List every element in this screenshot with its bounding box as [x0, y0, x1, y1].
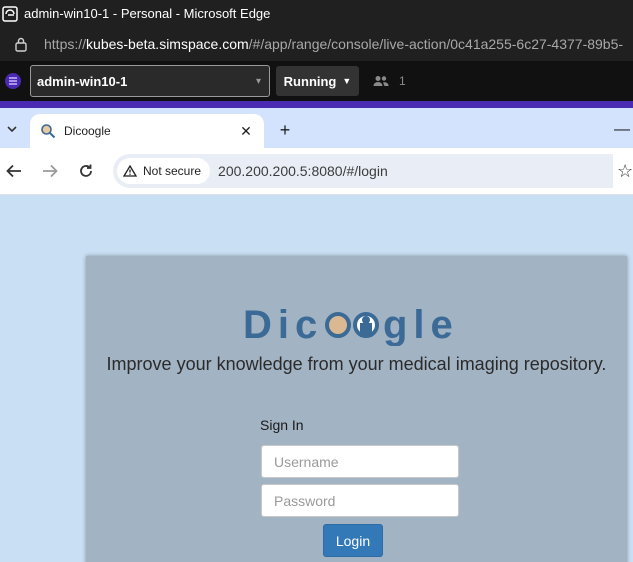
tab-title: Dicoogle: [64, 124, 111, 138]
inner-url[interactable]: 200.200.200.5:8080/#/login: [218, 163, 388, 179]
close-icon[interactable]: ✕: [236, 121, 256, 141]
reload-icon[interactable]: [72, 157, 100, 185]
svg-text:Dic: Dic: [243, 303, 323, 346]
forward-arrow-icon[interactable]: [36, 157, 64, 185]
users-icon: [373, 76, 389, 86]
page-content: Dic gle Improve your knowledge from your…: [0, 196, 633, 562]
inner-address-bar[interactable]: Not secure 200.200.200.5:8080/#/login: [113, 154, 613, 188]
vm-status-button[interactable]: Running ▼: [276, 66, 359, 96]
warning-icon: [123, 165, 137, 177]
vm-name: admin-win10-1: [37, 73, 128, 89]
security-label: Not secure: [143, 164, 202, 178]
lock-icon[interactable]: [14, 36, 28, 52]
sign-in-heading: Sign In: [260, 417, 304, 433]
console-toolbar: admin-win10-1 ▾ Running ▼ 1: [0, 61, 633, 101]
inner-tab-strip: Dicoogle ✕ + —: [0, 108, 633, 148]
outer-address-bar[interactable]: https://kubes-beta.simspace.com/#/app/ra…: [0, 27, 633, 61]
outer-url[interactable]: https://kubes-beta.simspace.com/#/app/ra…: [44, 36, 623, 52]
svg-text:gle: gle: [383, 303, 459, 346]
vm-status-label: Running: [283, 73, 337, 89]
edge-app-icon: [2, 5, 18, 22]
console-separator: [0, 101, 633, 108]
minimize-icon[interactable]: —: [614, 121, 632, 139]
chevron-down-icon: ▼: [342, 76, 352, 86]
login-button[interactable]: Login: [323, 524, 383, 557]
chevron-down-icon: ▾: [255, 75, 261, 87]
window-titlebar: admin-win10-1 - Personal - Microsoft Edg…: [0, 0, 633, 27]
tab-list-icon[interactable]: [0, 118, 24, 140]
username-field[interactable]: [261, 445, 459, 478]
login-card: Dic gle Improve your knowledge from your…: [86, 256, 627, 562]
inner-toolbar: Not secure 200.200.200.5:8080/#/login ☆: [0, 148, 633, 195]
user-count: 1: [399, 74, 406, 88]
url-path: /#/app/range/console/live-action/0c41a25…: [248, 36, 624, 52]
plus-icon[interactable]: +: [275, 120, 295, 140]
connected-users[interactable]: 1: [373, 74, 406, 88]
url-host: kubes-beta.simspace.com: [86, 36, 249, 52]
star-icon[interactable]: ☆: [617, 161, 633, 182]
vm-select[interactable]: admin-win10-1 ▾: [30, 65, 270, 97]
window-title: admin-win10-1 - Personal - Microsoft Edg…: [24, 6, 271, 21]
password-field[interactable]: [261, 484, 459, 517]
back-arrow-icon[interactable]: [0, 157, 28, 185]
magnifier-favicon: [41, 124, 56, 139]
url-scheme: https://: [44, 36, 87, 52]
dicoogle-logo: Dic gle: [243, 303, 459, 346]
tagline: Improve your knowledge from your medical…: [106, 354, 607, 374]
security-chip[interactable]: Not secure: [117, 158, 211, 184]
tab-dicoogle[interactable]: Dicoogle ✕: [30, 114, 264, 148]
simspace-logo-icon: [5, 73, 21, 89]
